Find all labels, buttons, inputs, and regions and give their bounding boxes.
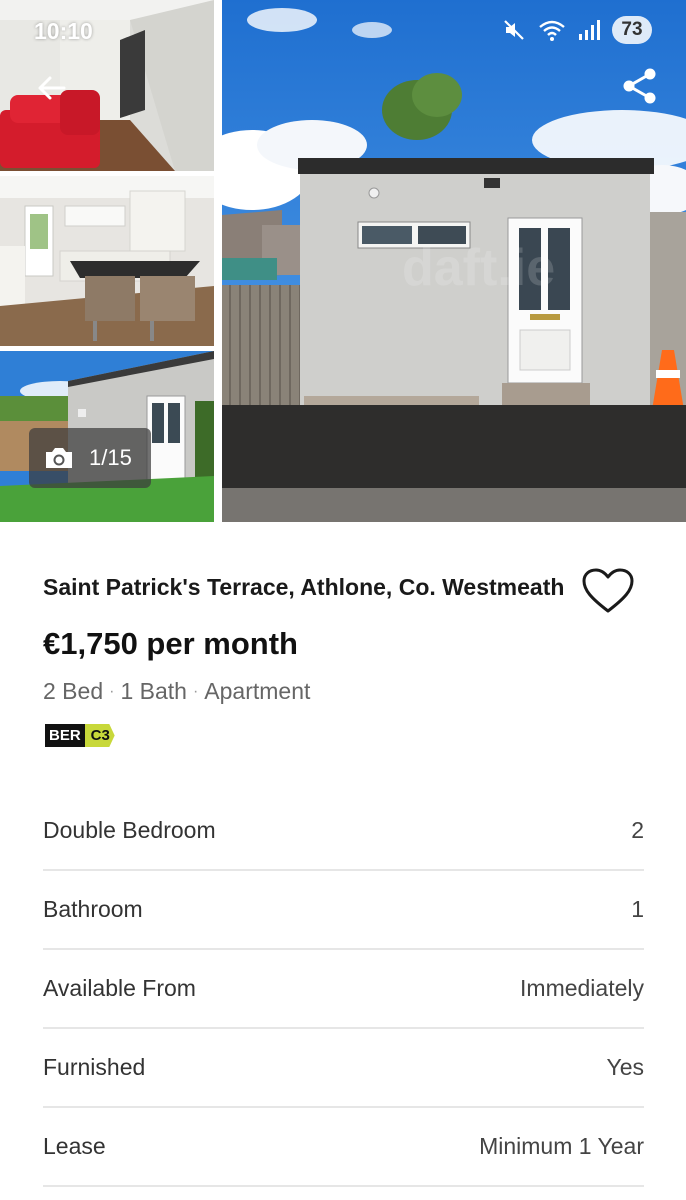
fact-label: Lease (43, 1133, 106, 1159)
fact-value: Minimum 1 Year (479, 1133, 644, 1159)
ber-label: BER (45, 724, 85, 747)
fact-label: Available From (43, 975, 196, 1001)
fact-row-bathroom: Bathroom 1 (43, 871, 644, 950)
baths-count: 1 Bath (120, 678, 187, 704)
fact-row-double-bedroom: Double Bedroom 2 (43, 792, 644, 871)
listing-address: Saint Patrick's Terrace, Athlone, Co. We… (43, 574, 565, 600)
status-icons: 73 (502, 16, 652, 44)
listing-summary: 2 Bed · 1 Bath · Apartment (43, 678, 310, 705)
svg-text:daft.ie: daft.ie (402, 239, 555, 297)
fact-row-furnished: Furnished Yes (43, 1029, 644, 1108)
battery-indicator: 73 (612, 16, 652, 44)
ber-badge: BER C3 (45, 724, 115, 747)
property-facts-list: Double Bedroom 2 Bathroom 1 Available Fr… (43, 792, 644, 1187)
separator-dot: · (109, 683, 115, 700)
share-button[interactable] (616, 62, 664, 110)
ber-rating: C3 (84, 724, 115, 747)
separator-dot: · (192, 683, 199, 700)
fact-row-lease: Lease Minimum 1 Year (43, 1108, 644, 1187)
photo-counter-text: 1/15 (89, 445, 132, 470)
photo-gallery[interactable]: daft.ie 10:10 73 1/15 (0, 0, 686, 522)
fact-value: Immediately (520, 975, 644, 1001)
fact-value: 1 (631, 896, 644, 922)
listing-price: €1,750 per month (43, 626, 298, 661)
wifi-icon (539, 20, 565, 41)
heart-outline-icon (582, 568, 634, 613)
gallery-thumbnail-kitchen[interactable] (0, 176, 214, 346)
fact-value: Yes (606, 1054, 644, 1080)
fact-row-available-from: Available From Immediately (43, 950, 644, 1029)
share-icon (623, 68, 656, 104)
property-type: Apartment (204, 678, 311, 704)
beds-count: 2 Bed (43, 678, 104, 704)
mute-icon (504, 20, 524, 40)
signal-icon (579, 20, 600, 40)
fact-label: Double Bedroom (43, 817, 216, 843)
back-button[interactable] (28, 64, 76, 112)
fact-label: Bathroom (43, 896, 143, 922)
camera-icon (46, 448, 72, 468)
favourite-button[interactable] (580, 566, 636, 616)
back-arrow-icon (38, 76, 66, 100)
fact-label: Furnished (43, 1054, 146, 1080)
fact-value: 2 (631, 817, 644, 843)
photo-counter[interactable]: 1/15 (29, 428, 151, 488)
status-time: 10:10 (34, 18, 93, 44)
